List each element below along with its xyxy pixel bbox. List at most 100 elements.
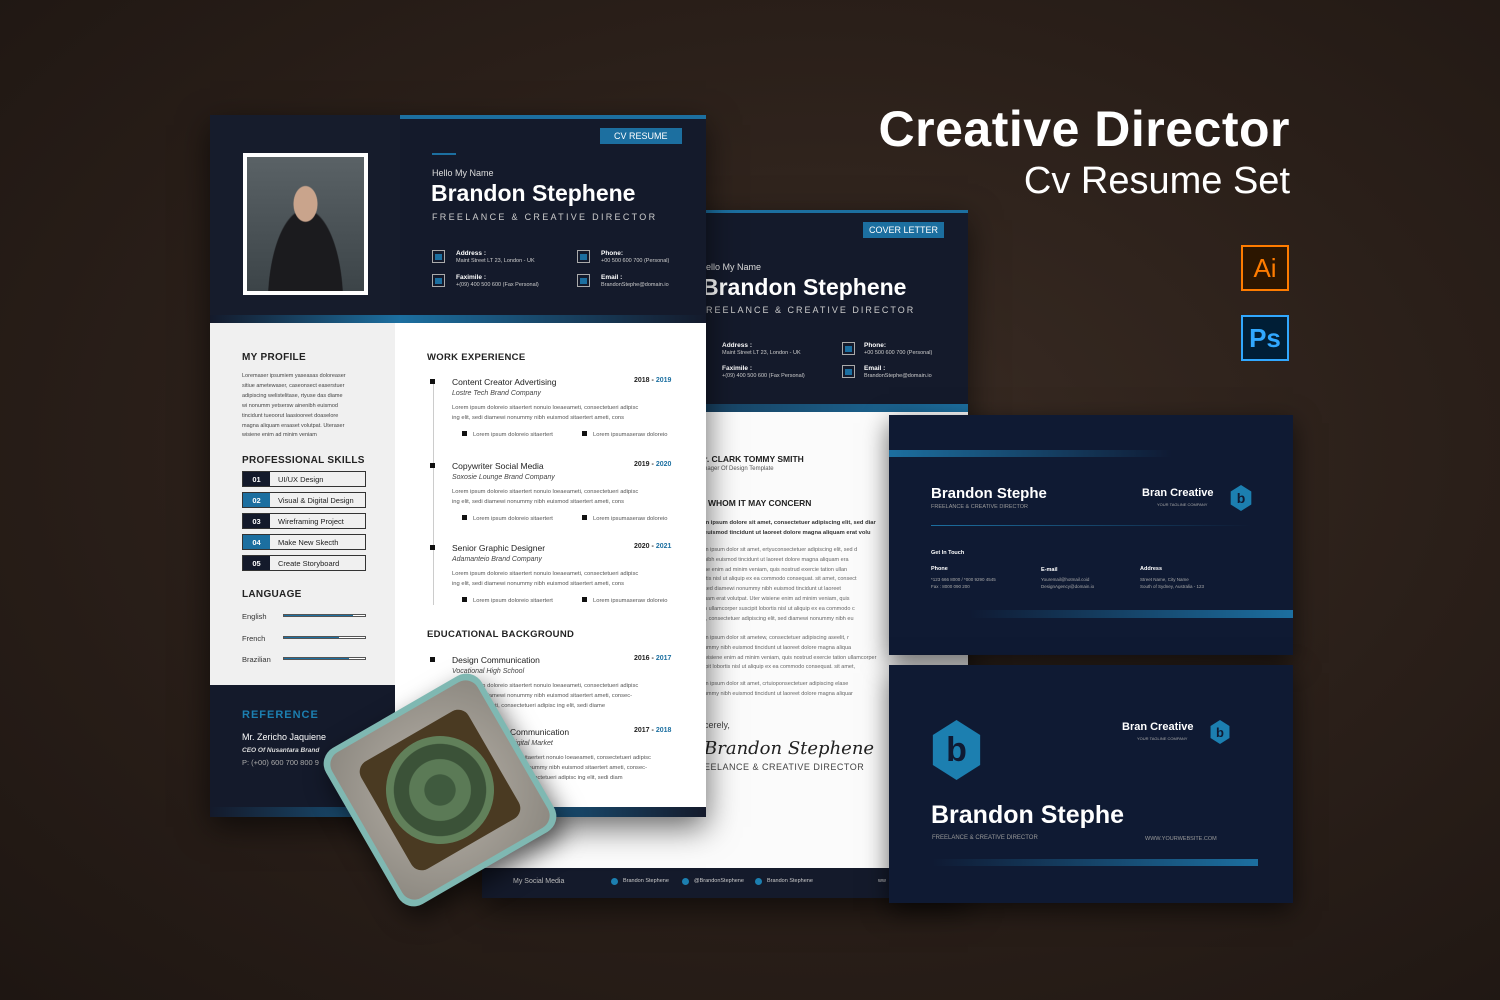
profile-heading: MY PROFILE <box>242 352 306 363</box>
year-from: 2017 <box>634 727 650 734</box>
line: ipit lobortis nisl ut aliquip ex ea comm… <box>704 664 856 671</box>
letter-role: REELANCE & CREATIVE DIRECTOR <box>706 305 916 315</box>
skill-item: 01 UI/UX Design <box>242 471 366 487</box>
line: m ipsum dolore sit amet, consectetuer ad… <box>704 520 876 526</box>
skill-number: 01 <box>243 472 270 486</box>
bullet-text: Lorem ipsumaseraw doloreio <box>593 598 668 604</box>
education-years: 2017 - 2018 <box>634 727 672 734</box>
education-heading: EDUCATIONAL BACKGROUND <box>427 629 575 640</box>
social-website[interactable]: ww <box>878 878 886 884</box>
letter-para-3: m ipsum dolor sit amet, crtuioponsectetu… <box>704 680 853 700</box>
skill-number: 05 <box>243 556 270 570</box>
job-title: Copywriter Social Media <box>452 461 544 471</box>
value: Maint Street LT 23, London - UK <box>722 350 801 356</box>
bullet-text: Lorem ipsumaseraw doloreio <box>593 432 668 438</box>
hero-subtitle: Cv Resume Set <box>1023 160 1290 202</box>
address-value: Street Name, City Name <box>1140 577 1189 582</box>
social-label: My Social Media <box>513 878 565 885</box>
skill-number: 04 <box>243 535 270 549</box>
phone-icon <box>842 342 855 355</box>
card-front-website: WWW.YOURWEBSITE.COM <box>1145 836 1217 842</box>
job-bullet: Lorem ipsumaseraw doloreio <box>582 515 667 522</box>
year-to: 2020 <box>655 461 672 468</box>
social-icon <box>755 878 762 885</box>
line: ing elit, sedi diamewi nonummy nibh euis… <box>452 415 625 421</box>
cover-letter-tag: COVER LETTER <box>863 222 945 238</box>
home-icon <box>432 250 445 263</box>
skills-heading: PROFESSIONAL SKILLS <box>242 455 365 466</box>
fax-value: Fax : 8000 090 200 <box>931 584 970 589</box>
job-years: 2019 - 2020 <box>634 461 672 468</box>
line: Lorem ipsum doloreio sitaertert nonuio l… <box>452 571 639 577</box>
address-label: Address <box>1140 566 1163 572</box>
education-title: Design Communication <box>452 655 540 665</box>
bullet-icon <box>430 545 435 550</box>
value: +00 500 600 700 (Personal) <box>601 258 670 264</box>
letter-para-1: m ipsum dolor sit amet, ertyuconsectetue… <box>704 546 857 624</box>
cv-resume-tag: CV RESUME <box>600 128 682 144</box>
card-back-tagline: YOUR TAGLINE COMPANY <box>1157 502 1208 507</box>
line: nonummy nibh euismod sitaertert ameti, c… <box>522 765 648 771</box>
value: +(09) 400 500 600 (Fax Personal) <box>456 282 539 288</box>
illustrator-icon: Ai <box>1241 245 1289 291</box>
label: Faximile : <box>722 365 752 372</box>
social-facebook[interactable]: Brandon Stephene <box>623 878 669 884</box>
language-label: French <box>242 634 266 643</box>
language-label: Brazilian <box>242 655 271 664</box>
line: m ipsum dolor sit amet, ertyuconsectetue… <box>704 547 858 553</box>
resume-greeting: Hello My Name <box>432 168 494 178</box>
business-card-front: b Bran Creative YOUR TAGLINE COMPANY b B… <box>889 665 1293 903</box>
year-from: 2019 <box>634 461 650 468</box>
letter-name: Brandon Stephene <box>702 274 907 300</box>
logo-letter: b <box>1236 490 1246 506</box>
facebook-icon <box>611 878 618 885</box>
mail-icon <box>577 274 590 287</box>
year-to: 2018 <box>655 727 672 734</box>
profile-photo <box>243 153 368 295</box>
fax-icon <box>432 274 445 287</box>
email-value: DesignAgency@domain.io <box>1041 584 1095 589</box>
label: Address : <box>456 250 486 257</box>
line: consectetueri adipisc ing elit, sedi dia… <box>522 775 623 781</box>
line: uam erat volutpat. Uter wisiene enim ad … <box>704 595 850 602</box>
skill-number: 02 <box>243 493 270 507</box>
illustrator-label: Ai <box>1253 252 1277 283</box>
email-value: Youremail@hotmail.coid <box>1041 577 1090 582</box>
line: ne enim ad minim veniam, quis nostrud ex… <box>704 566 848 573</box>
job-bullet: Lorem ipsum doloreio sitaertert <box>462 597 553 604</box>
skill-label: UI/UX Design <box>278 474 324 484</box>
letter-salutation: WHOM IT MAY CONCERN <box>708 498 812 508</box>
line: m ipsum dolor sit amet, crtuioponsectetu… <box>704 681 849 687</box>
line: wi nonumm yetsersw ainenibh euismod <box>242 402 338 409</box>
label: Phone: <box>864 342 887 349</box>
reference-name: Mr. Zericho Jaquiene <box>242 732 327 742</box>
line: sitaertert nonuio loeaeameti, consectetu… <box>522 755 651 761</box>
language-heading: LANGUAGE <box>242 589 302 600</box>
year-to: 2019 <box>655 377 672 384</box>
line: wisiene enim ad minim veniam <box>242 432 317 439</box>
skill-label: Wireframing Project <box>278 516 344 526</box>
line: Loremaser ipsumiem yaseasas doloreaser <box>242 373 346 379</box>
work-heading: WORK EXPERIENCE <box>427 352 526 363</box>
bullet-text: Lorem ipsum doloreio sitaertert <box>473 516 553 522</box>
skill-item: 04 Make New Skecth <box>242 534 366 550</box>
value: Maint Street LT 23, London - UK <box>456 258 535 264</box>
social-other[interactable]: Brandon Stephene <box>767 878 813 884</box>
logo-letter: b <box>1216 724 1224 740</box>
skill-label: Make New Skecth <box>278 537 339 547</box>
line: ummy nibh euismod tincidunt ut laoreet d… <box>704 644 852 651</box>
line: Lorem ipsum doloreio sitaertert nonuio l… <box>452 489 639 495</box>
label: Email : <box>864 365 886 372</box>
job-years: 2020 - 2021 <box>634 543 672 550</box>
phone-icon <box>577 250 590 263</box>
line: euismod tincidunt ut laoreet dolore magn… <box>704 529 871 536</box>
line: wisiene enim ad minim veniam, quis nostr… <box>704 654 877 661</box>
social-twitter[interactable]: @BrandonStephene <box>694 878 744 884</box>
education-title: Communication <box>510 727 570 737</box>
phone-value: *123 666 8000 / *000 9290 4545 <box>931 577 996 582</box>
language-bar <box>283 614 366 617</box>
card-front-role: FREELANCE & CREATIVE DIRECTOR <box>932 835 1038 841</box>
signature: Brandon Stephene <box>704 738 875 759</box>
job-bullet: Lorem ipsum doloreio sitaertert <box>462 431 553 438</box>
line: nibh euismod tincidunt ut laoreet dolore… <box>704 556 849 563</box>
